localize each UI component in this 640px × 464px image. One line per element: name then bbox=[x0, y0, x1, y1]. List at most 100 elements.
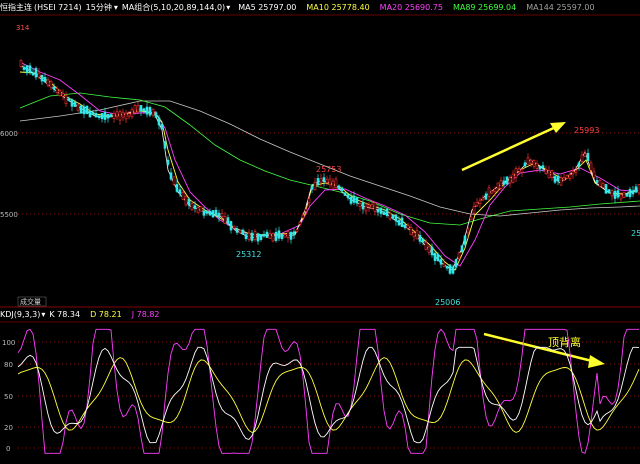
volume-tab[interactable]: 成交量 bbox=[20, 297, 41, 306]
candle-body bbox=[256, 233, 260, 242]
candle-body bbox=[583, 153, 587, 157]
candle-body bbox=[487, 187, 491, 197]
candle-body bbox=[40, 74, 44, 82]
candle-body bbox=[223, 216, 227, 224]
candle-body bbox=[391, 214, 395, 219]
candle-body bbox=[76, 104, 80, 111]
candle-body bbox=[253, 231, 257, 240]
candle-body bbox=[115, 111, 119, 118]
candle-body bbox=[382, 211, 386, 216]
candle-body bbox=[475, 202, 479, 207]
candle-body bbox=[133, 105, 137, 114]
kdj-axis-label: 100 bbox=[2, 339, 15, 347]
candle-body bbox=[472, 206, 476, 214]
candle-body bbox=[331, 180, 335, 189]
candle-body bbox=[364, 205, 368, 212]
candle-body bbox=[94, 113, 98, 118]
candle-body bbox=[310, 186, 314, 190]
candle-body bbox=[184, 195, 188, 206]
candle-body bbox=[118, 111, 122, 121]
chart-canvas[interactable]: 314 6000 5500 100 80 50 20 0 成交量 25993 2… bbox=[0, 0, 640, 464]
candle-body bbox=[271, 233, 275, 242]
candle-body bbox=[349, 196, 353, 204]
candle-body bbox=[457, 252, 461, 259]
candle-body bbox=[442, 263, 446, 267]
candle-body bbox=[64, 94, 68, 104]
candle-body bbox=[37, 72, 41, 78]
candle-body bbox=[544, 168, 548, 175]
candle-body bbox=[187, 198, 191, 206]
candle-body bbox=[334, 178, 338, 189]
candle-body bbox=[448, 264, 452, 274]
candle-body bbox=[571, 170, 575, 175]
candle-body bbox=[460, 245, 464, 253]
candle-body bbox=[415, 230, 419, 240]
candle-body bbox=[601, 183, 605, 188]
candle-body bbox=[241, 229, 245, 235]
candle-body bbox=[70, 99, 74, 107]
candle-body bbox=[400, 217, 404, 228]
candle-body bbox=[613, 190, 617, 199]
candle-body bbox=[421, 238, 425, 243]
candle-body bbox=[379, 207, 383, 214]
candle-body bbox=[25, 65, 29, 74]
candle-body bbox=[19, 60, 23, 67]
candle-body bbox=[175, 184, 179, 192]
candle-body bbox=[562, 176, 566, 181]
candle-body bbox=[547, 170, 551, 179]
candle-body bbox=[34, 68, 38, 78]
candle-body bbox=[439, 259, 443, 265]
candle-body bbox=[523, 162, 527, 167]
candle-body bbox=[178, 189, 182, 195]
arrow-head-icon bbox=[588, 355, 605, 368]
price-axis-label: 5500 bbox=[0, 211, 18, 219]
candle-body bbox=[595, 180, 599, 183]
candle-body bbox=[247, 232, 251, 241]
candle-body bbox=[190, 203, 194, 210]
candle-body bbox=[397, 219, 401, 226]
candle-body bbox=[88, 110, 92, 118]
candle-body bbox=[454, 259, 458, 268]
candle-body bbox=[127, 113, 131, 117]
candle-body bbox=[157, 117, 161, 126]
candle-body bbox=[136, 105, 140, 113]
candle-body bbox=[622, 191, 626, 198]
kdj-axis-label: 0 bbox=[6, 445, 10, 453]
candle-body bbox=[214, 209, 218, 216]
candle-body bbox=[205, 210, 209, 214]
candle-body bbox=[559, 177, 563, 186]
candle-body bbox=[151, 108, 155, 116]
candle-body bbox=[451, 266, 455, 274]
candle-body bbox=[604, 184, 608, 194]
candle-body bbox=[217, 212, 221, 218]
candle-body bbox=[481, 197, 485, 201]
candle-body bbox=[610, 189, 614, 197]
candle-body bbox=[316, 178, 320, 186]
candle-body bbox=[376, 209, 380, 213]
candle-body bbox=[298, 221, 302, 225]
price-label-25993: 25993 bbox=[574, 126, 599, 135]
candle-body bbox=[502, 180, 506, 185]
candle-body bbox=[430, 246, 434, 256]
candle-body bbox=[79, 105, 83, 114]
candle-body bbox=[343, 192, 347, 196]
candle-body bbox=[103, 112, 107, 120]
candle-body bbox=[631, 190, 635, 195]
candle-body bbox=[220, 213, 224, 217]
candle-body bbox=[145, 106, 149, 115]
candle-body bbox=[565, 175, 569, 179]
candle-body bbox=[499, 180, 503, 189]
candle-body bbox=[319, 178, 323, 183]
candle-body bbox=[58, 90, 62, 96]
candle-body bbox=[436, 254, 440, 262]
candle-body bbox=[358, 202, 362, 207]
candle-body bbox=[340, 187, 344, 192]
candle-body bbox=[289, 232, 293, 240]
candle-body bbox=[328, 178, 332, 186]
kdj-axis-label: 80 bbox=[4, 361, 13, 369]
candle-body bbox=[367, 204, 371, 208]
candle-body bbox=[130, 109, 134, 118]
candle-body bbox=[202, 210, 206, 216]
candle-body bbox=[352, 195, 356, 203]
candle-body bbox=[346, 194, 350, 199]
